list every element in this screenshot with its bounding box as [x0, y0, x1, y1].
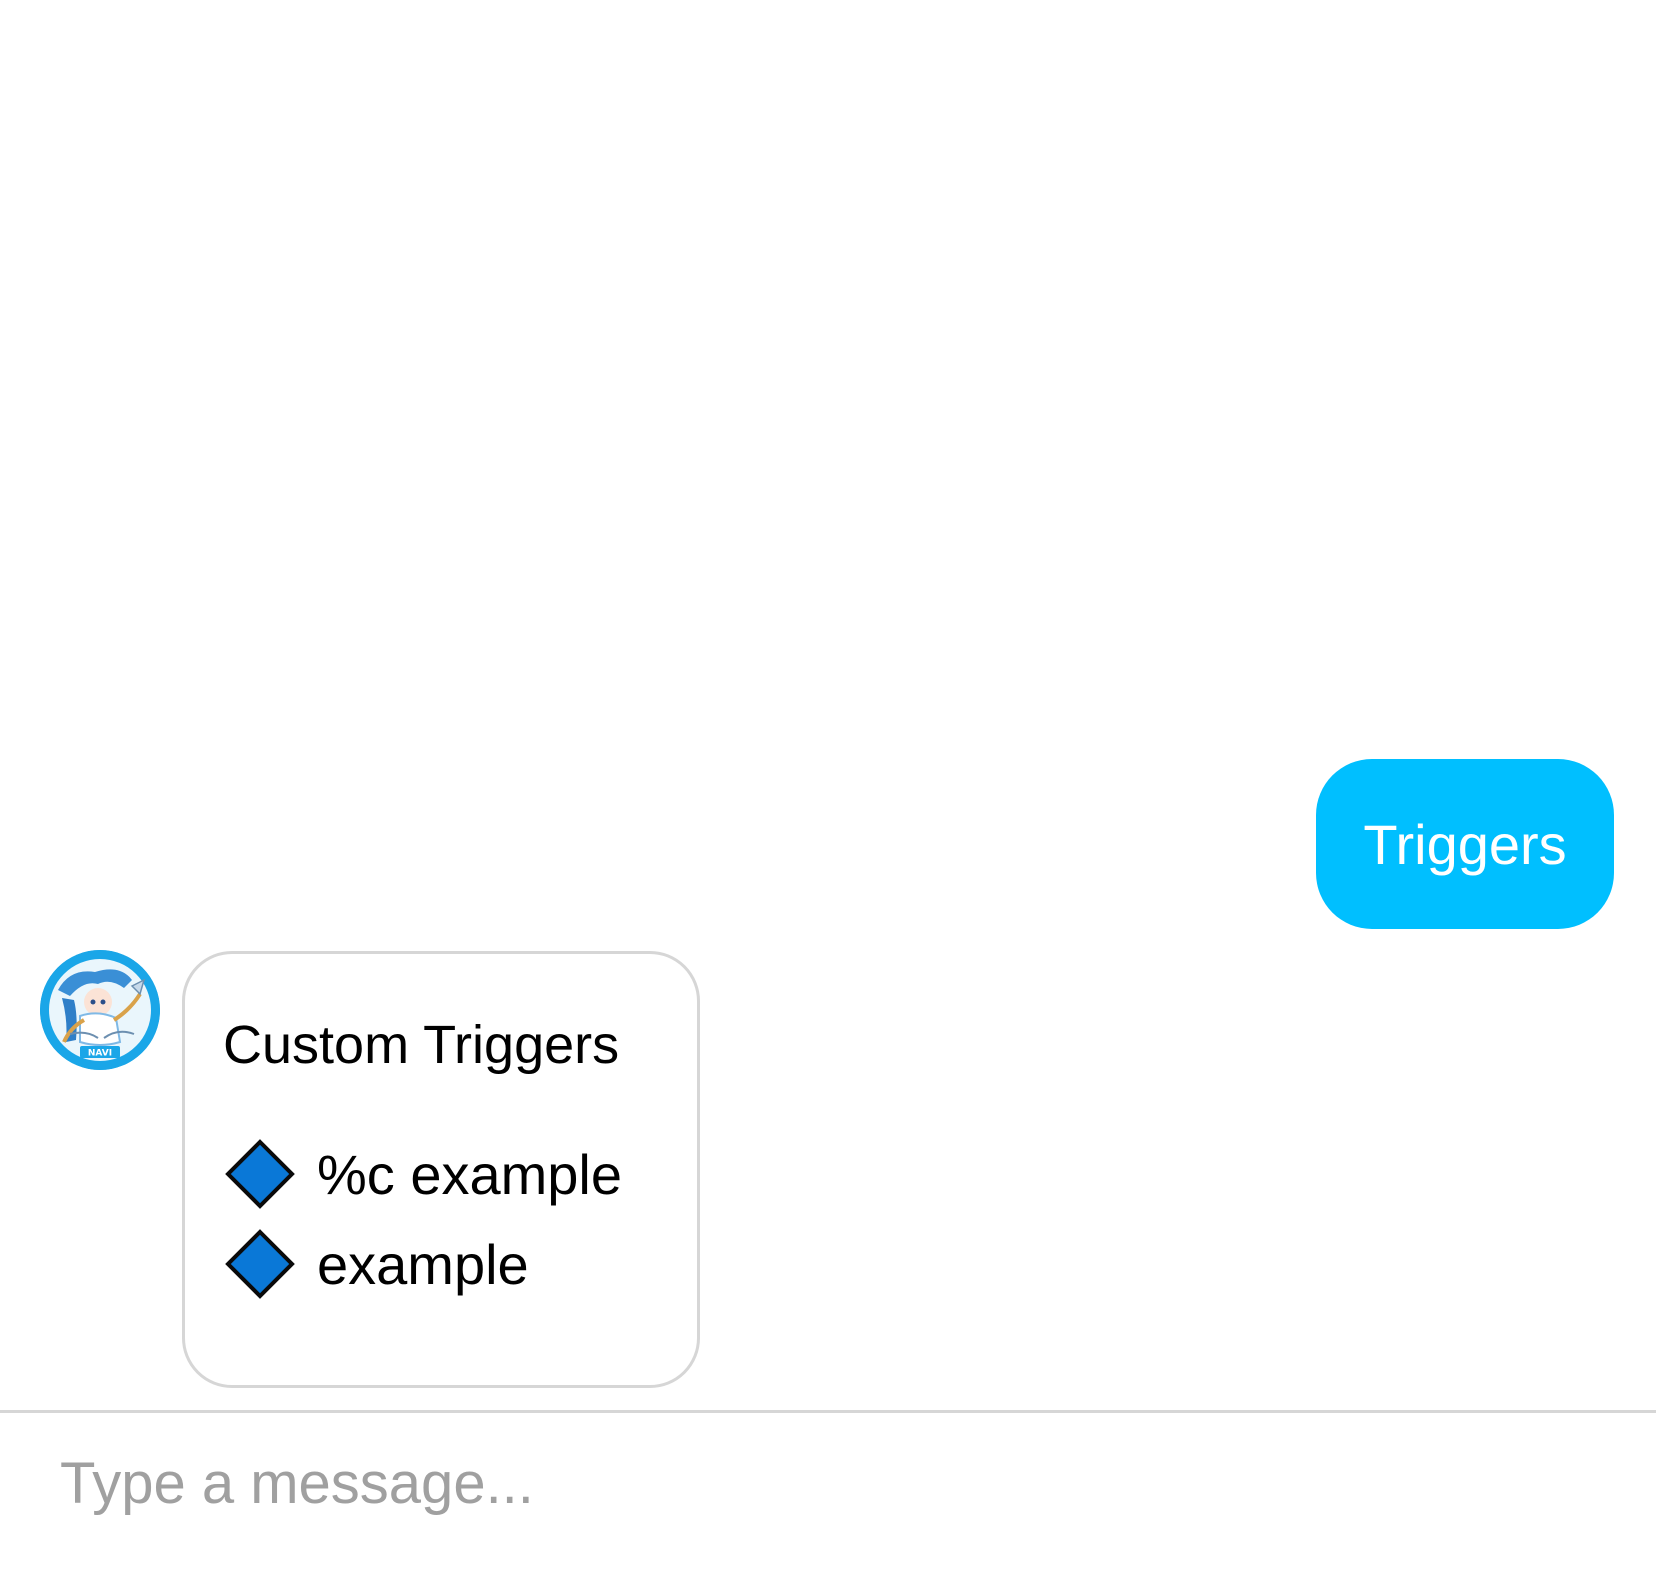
bot-message-title: Custom Triggers: [223, 1015, 620, 1075]
user-message-text: Triggers: [1363, 812, 1567, 876]
bot-avatar[interactable]: NAVI: [40, 950, 160, 1070]
trigger-text: %c example: [317, 1142, 623, 1206]
avatar-caption: NAVI: [88, 1049, 112, 1059]
bot-message-bubble: Custom Triggers %c example example: [182, 951, 700, 1388]
blue-diamond-icon: [225, 1229, 295, 1299]
trigger-list-item: %c example: [225, 1138, 622, 1210]
avatar-image: NAVI: [40, 950, 160, 1070]
trigger-text: example: [317, 1232, 529, 1296]
chat-area: Triggers NAVI Custom Triggers %c example…: [0, 0, 1656, 1410]
blue-diamond-icon: [225, 1139, 295, 1209]
user-message-bubble: Triggers: [1316, 759, 1614, 929]
message-input[interactable]: [60, 1443, 1600, 1523]
trigger-list-item: example: [225, 1228, 529, 1300]
message-composer: [0, 1410, 1656, 1572]
